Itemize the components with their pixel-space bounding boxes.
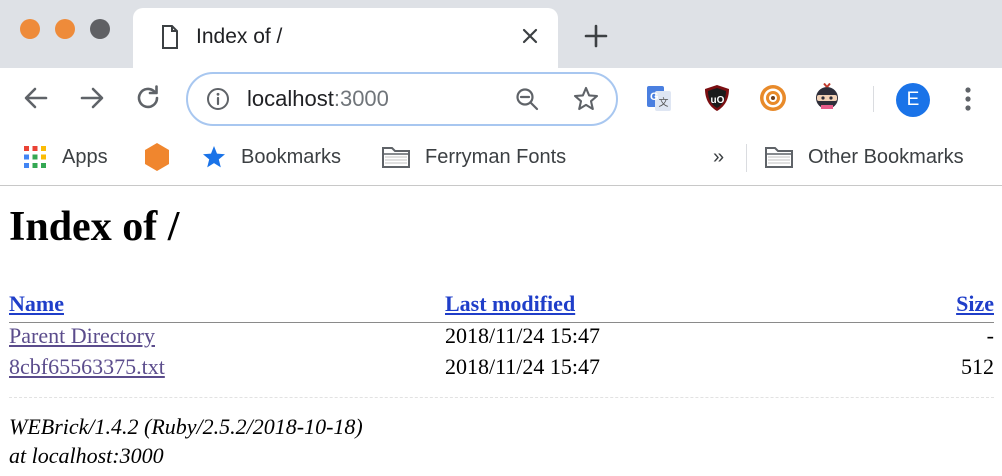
svg-text:文: 文	[659, 96, 669, 109]
reload-icon[interactable]	[132, 82, 164, 114]
table-row: Parent Directory 2018/11/24 15:47 -	[9, 323, 994, 354]
tab-title: Index of /	[196, 25, 283, 48]
target-icon[interactable]	[758, 83, 788, 113]
directory-listing: Name Last modified Size Parent Directory…	[9, 291, 994, 385]
folder-icon	[382, 147, 410, 168]
google-translate-icon[interactable]: G 文	[644, 83, 674, 113]
svg-text:uO: uO	[711, 95, 725, 106]
parent-directory-link[interactable]: Parent Directory	[9, 323, 155, 349]
document-icon	[162, 25, 178, 49]
bookmark-folder-other-bookmarks[interactable]: Other Bookmarks	[764, 142, 964, 172]
bookmark-ferryman-label: Ferryman Fonts	[425, 145, 567, 168]
table-row: 8cbf65563375.txt 2018/11/24 15:47 512	[9, 354, 994, 385]
address-bar[interactable]: localhost:3000	[186, 72, 618, 126]
zoom-out-icon[interactable]	[514, 86, 540, 112]
sort-by-last-modified-link[interactable]: Last modified	[445, 291, 575, 317]
page-content: Index of / Name Last modified Size Paren…	[0, 187, 1002, 476]
ninja-icon[interactable]	[812, 83, 842, 113]
url-host: localhost	[247, 86, 334, 111]
bookmark-bookmarks-label: Bookmarks	[241, 145, 342, 168]
svg-text:G: G	[650, 91, 659, 103]
window-minimize-button[interactable]	[55, 19, 75, 39]
active-tab[interactable]: Index of /	[133, 8, 558, 68]
bookmark-bookmarks[interactable]: Bookmarks	[201, 142, 341, 172]
row-modified: 2018/11/24 15:47	[445, 354, 601, 379]
close-tab-icon[interactable]	[518, 24, 542, 48]
window-close-button[interactable]	[20, 19, 40, 39]
row-size: -	[986, 323, 994, 348]
footer-rule	[9, 397, 994, 398]
folder-icon	[765, 147, 793, 168]
profile-avatar[interactable]: E	[896, 83, 930, 117]
bookmark-apps-label: Apps	[62, 145, 108, 168]
forward-arrow-icon[interactable]	[76, 82, 108, 114]
row-size: 512	[961, 354, 994, 379]
row-modified: 2018/11/24 15:47	[445, 323, 601, 348]
kebab-menu-icon[interactable]	[958, 84, 978, 114]
bookmark-other-label: Other Bookmarks	[808, 145, 964, 168]
star-icon	[203, 146, 225, 168]
bookmark-hexagon[interactable]	[143, 142, 185, 172]
hexagon-icon	[145, 143, 169, 171]
file-link[interactable]: 8cbf65563375.txt	[9, 354, 165, 380]
url-text[interactable]: localhost:3000	[247, 86, 389, 112]
sort-by-size-link[interactable]: Size	[956, 291, 994, 317]
bookmark-star-icon[interactable]	[572, 85, 600, 113]
info-icon[interactable]	[206, 87, 230, 111]
server-line-2: at localhost:3000	[9, 443, 164, 468]
listing-header-row: Name Last modified Size	[9, 291, 994, 322]
window-maximize-button[interactable]	[90, 19, 110, 39]
tab-strip: Index of /	[0, 0, 1002, 68]
sort-by-name-link[interactable]: Name	[9, 291, 64, 317]
server-signature: WEBrick/1.4.2 (Ruby/2.5.2/2018-10-18) at…	[9, 412, 363, 470]
apps-grid-icon	[24, 146, 46, 168]
bookmark-folder-ferryman-fonts[interactable]: Ferryman Fonts	[381, 142, 566, 172]
bookmarks-separator	[746, 144, 747, 172]
toolbar-separator	[873, 86, 874, 112]
back-arrow-icon[interactable]	[20, 82, 52, 114]
page-title: Index of /	[9, 204, 180, 250]
url-port: :3000	[333, 86, 389, 111]
new-tab-icon[interactable]	[582, 22, 610, 50]
server-line-1: WEBrick/1.4.2 (Ruby/2.5.2/2018-10-18)	[9, 414, 363, 439]
bookmark-apps[interactable]: Apps	[22, 142, 108, 172]
bookmarks-bar: Apps Bookmarks Ferryman Fonts » Other Bo…	[0, 130, 1002, 186]
bookmarks-overflow-chevron[interactable]: »	[713, 142, 724, 172]
ublock-icon[interactable]: uO	[702, 83, 732, 113]
browser-toolbar: localhost:3000 G 文 uO E	[0, 68, 1002, 130]
